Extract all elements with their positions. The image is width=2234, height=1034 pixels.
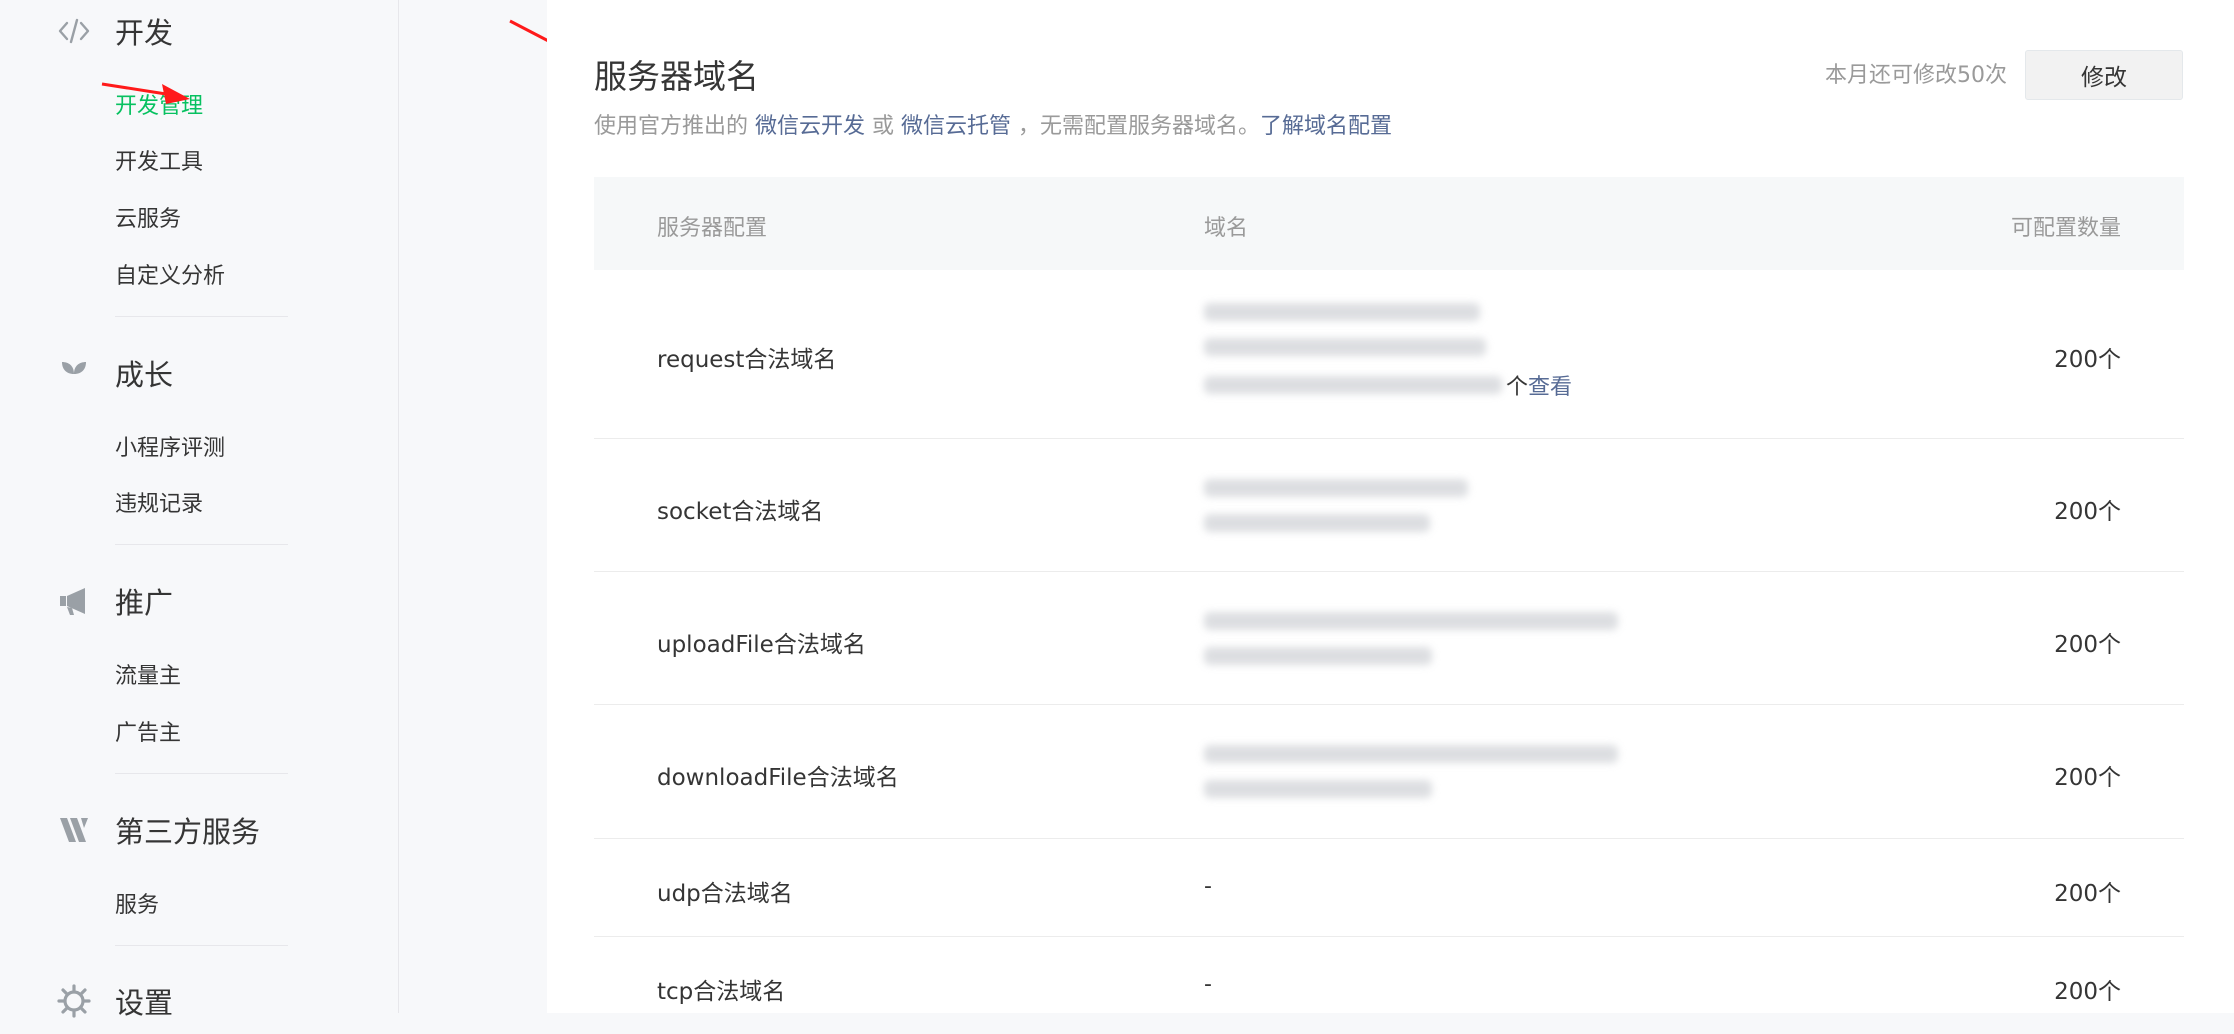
subtitle-text: 或 <box>865 114 902 139</box>
redacted-domain <box>1204 338 1486 356</box>
row-domain: - <box>1204 972 1212 997</box>
sidebar-section-title: 开发 <box>115 16 174 50</box>
column-header-server-config: 服务器配置 <box>657 216 768 241</box>
page-subtitle: 使用官方推出的 微信云开发 或 微信云托管 ，无需配置服务器域名。了解域名配置 <box>594 108 1392 140</box>
sidebar-divider <box>115 945 288 946</box>
row-count: 200个 <box>2054 765 2121 791</box>
table-row: uploadFile合法域名 200个 <box>594 572 2184 705</box>
redacted-domain <box>1204 479 1468 497</box>
redacted-domain <box>1204 780 1432 798</box>
sidebar-section-title: 成长 <box>115 358 174 392</box>
table-row: udp合法域名 - 200个 <box>594 839 2184 937</box>
sidebar-section-third-party[interactable]: 第三方服务 <box>54 808 260 852</box>
sidebar-item-publisher[interactable]: 流量主 <box>115 660 181 694</box>
third-party-icon <box>54 810 94 850</box>
page-title: 服务器域名 <box>594 57 759 96</box>
subtitle-text: 使用官方推出的 <box>594 114 755 139</box>
sidebar-section-promotion[interactable]: 推广 <box>54 579 173 623</box>
sidebar-section-growth[interactable]: 成长 <box>54 351 173 395</box>
domain-count-suffix: 个 <box>1506 375 1529 400</box>
main-panel: 服务器域名 使用官方推出的 微信云开发 或 微信云托管 ，无需配置服务器域名。了… <box>547 0 2234 1013</box>
sidebar-section-settings[interactable]: 设置 <box>54 979 173 1023</box>
sidebar-item-custom-analysis[interactable]: 自定义分析 <box>115 260 225 294</box>
sidebar-item-dev-tools[interactable]: 开发工具 <box>115 146 203 180</box>
row-count: 200个 <box>2054 632 2121 658</box>
table-row: tcp合法域名 - 200个 <box>594 937 2184 1034</box>
sprout-icon <box>54 353 94 393</box>
table-row: request合法域名 个查看 200个 <box>594 270 2184 439</box>
domain-list: 个查看 <box>1204 303 1574 400</box>
redacted-domain <box>1204 376 1502 394</box>
row-label: request合法域名 <box>657 347 837 373</box>
code-icon <box>54 11 94 51</box>
edit-quota-text: 本月还可修改50次 <box>1825 63 2007 88</box>
column-header-count: 可配置数量 <box>2010 216 2121 241</box>
table-header: 服务器配置 域名 可配置数量 <box>594 177 2184 270</box>
sidebar-section-title: 设置 <box>115 986 174 1020</box>
sidebar-divider <box>115 773 288 774</box>
domain-list <box>1204 745 1644 815</box>
sidebar-section-title: 推广 <box>115 586 174 620</box>
domain-list <box>1204 479 1504 549</box>
wechat-cloud-dev-link[interactable]: 微信云开发 <box>755 114 865 139</box>
row-label: downloadFile合法域名 <box>657 765 899 791</box>
sidebar-divider <box>115 544 288 545</box>
edit-button[interactable]: 修改 <box>2025 50 2183 100</box>
table-row: downloadFile合法域名 200个 <box>594 705 2184 839</box>
sidebar-gutter <box>399 0 601 1013</box>
table-row: socket合法域名 200个 <box>594 439 2184 572</box>
column-header-domain: 域名 <box>1204 216 1249 241</box>
learn-domain-config-link[interactable]: 了解域名配置 <box>1260 114 1392 139</box>
sidebar-divider <box>115 316 288 317</box>
redacted-domain <box>1204 303 1480 321</box>
redacted-domain <box>1204 514 1430 532</box>
view-domains-link[interactable]: 查看 <box>1528 369 1572 401</box>
sidebar-item-advertiser[interactable]: 广告主 <box>115 717 181 751</box>
sidebar-item-violations[interactable]: 违规记录 <box>115 488 203 522</box>
subtitle-text: ，无需配置服务器域名。 <box>1011 114 1261 139</box>
sidebar-item-evaluation[interactable]: 小程序评测 <box>115 432 225 466</box>
row-count: 200个 <box>2054 499 2121 525</box>
row-label: udp合法域名 <box>657 881 793 907</box>
row-label: uploadFile合法域名 <box>657 632 866 658</box>
gear-icon <box>54 981 94 1021</box>
wechat-cloud-hosting-link[interactable]: 微信云托管 <box>901 114 1011 139</box>
redacted-domain <box>1204 612 1618 630</box>
domain-line: 个查看 <box>1204 373 1574 400</box>
row-label: socket合法域名 <box>657 499 824 525</box>
sidebar-item-cloud-service[interactable]: 云服务 <box>115 203 181 237</box>
row-count: 200个 <box>2054 979 2121 1005</box>
server-domain-table: 服务器配置 域名 可配置数量 request合法域名 个查看 200个 sock… <box>594 177 2184 1034</box>
megaphone-icon <box>54 581 94 621</box>
row-label: tcp合法域名 <box>657 979 786 1005</box>
annotation-arrow <box>101 82 190 104</box>
sidebar-section-title: 第三方服务 <box>115 815 261 849</box>
row-count: 200个 <box>2054 347 2121 373</box>
sidebar: 开发 开发管理 开发工具 云服务 自定义分析 成长 小程序评测 违规记录 推广 … <box>0 0 399 1020</box>
row-count: 200个 <box>2054 881 2121 907</box>
redacted-domain <box>1204 647 1432 665</box>
sidebar-section-dev[interactable]: 开发 <box>54 9 173 53</box>
redacted-domain <box>1204 745 1618 763</box>
sidebar-item-service[interactable]: 服务 <box>115 889 159 923</box>
domain-list <box>1204 612 1644 682</box>
row-domain: - <box>1204 874 1212 899</box>
